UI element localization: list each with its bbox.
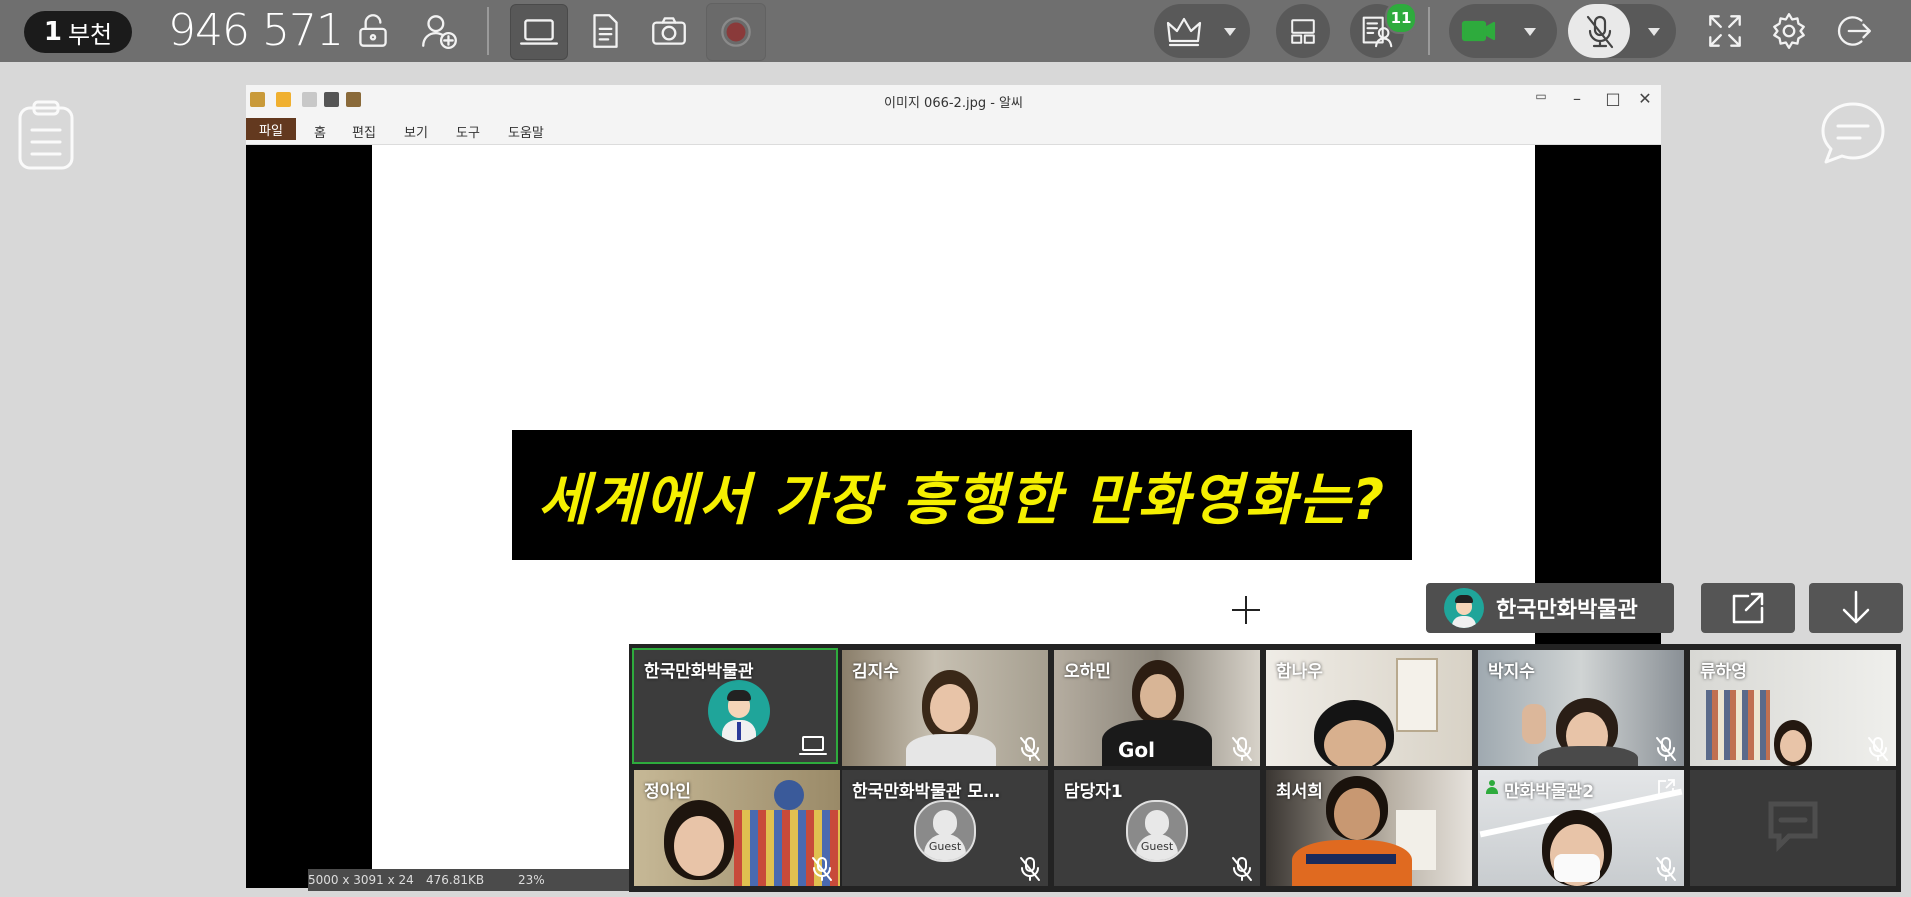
video-toggle-button[interactable] — [1449, 4, 1557, 58]
participants-grid: 한국만화박물관 김지수 Gol 오하민 함나우 박지수 류하영 정아인 Gues… — [629, 644, 1901, 892]
screen-share-icon — [798, 732, 828, 758]
participant-name: 함나우 — [1276, 662, 1323, 682]
mic-off-icon — [1654, 736, 1678, 762]
mic-off-icon — [1866, 736, 1890, 762]
mic-off-icon — [1018, 736, 1042, 762]
image-zoom: 23% — [518, 873, 545, 887]
participant-tile[interactable]: 최서희 — [1266, 770, 1472, 886]
minimize-icon[interactable]: – — [1564, 89, 1590, 108]
image-dimensions: 5000 x 3091 x 24 — [308, 873, 414, 887]
mic-off-icon — [1018, 856, 1042, 882]
arrow-down-icon — [1842, 590, 1870, 624]
room-name: 부천 — [67, 20, 113, 49]
menu-home[interactable]: 홈 — [314, 122, 326, 141]
viewer-status-bar: 5000 x 3091 x 24 476.81KB 23% — [308, 869, 648, 891]
popout-button[interactable] — [1701, 583, 1795, 633]
maximize-icon[interactable]: □ — [1600, 89, 1626, 108]
participant-name: 담당자1 — [1064, 782, 1123, 802]
participant-name: 오하민 — [1064, 662, 1111, 682]
menu-edit[interactable]: 편집 — [352, 122, 376, 141]
menu-tools[interactable]: 도구 — [456, 122, 480, 141]
mic-off-icon — [1230, 856, 1254, 882]
participant-tile[interactable]: 김지수 — [842, 650, 1048, 766]
participant-name: 류하영 — [1700, 662, 1747, 682]
document-icon[interactable] — [580, 6, 630, 56]
menu-view[interactable]: 보기 — [404, 122, 428, 141]
clipboard-icon[interactable] — [16, 98, 76, 176]
layout-icon[interactable] — [1276, 4, 1330, 58]
mic-toggle-button[interactable] — [1568, 4, 1676, 58]
host-menu-button[interactable] — [1154, 4, 1250, 58]
chat-icon[interactable] — [1818, 98, 1888, 172]
presenter-avatar — [1444, 588, 1484, 628]
participant-tile[interactable]: 한국만화박물관 — [632, 648, 838, 764]
screen-share-icon[interactable] — [510, 4, 568, 60]
exit-icon[interactable] — [1828, 6, 1878, 56]
participant-name: 한국만화박물관 — [644, 662, 754, 682]
close-icon[interactable]: ✕ — [1632, 89, 1658, 108]
popout-icon[interactable] — [1656, 778, 1676, 798]
record-icon[interactable] — [706, 3, 766, 61]
chat-placeholder-tile — [1690, 770, 1896, 886]
add-user-icon[interactable] — [414, 6, 464, 56]
unlock-icon[interactable] — [348, 6, 398, 56]
menu-file[interactable]: 파일 — [246, 118, 296, 140]
question-text: 세계에서 가장 흥행한 만화영화는? — [537, 467, 1387, 533]
guest-label: Guest — [928, 840, 962, 853]
presenter-name: 한국만화박물관 — [1496, 598, 1638, 623]
chat-bubble-icon — [1768, 801, 1818, 853]
participant-tile[interactable]: 함나우 — [1266, 650, 1472, 766]
participant-name: 박지수 — [1488, 662, 1535, 682]
guest-avatar: Guest — [914, 800, 976, 862]
mic-off-icon — [1586, 15, 1614, 49]
participant-name: 김지수 — [852, 662, 899, 682]
avatar — [708, 680, 770, 742]
viewer-title: 이미지 066-2.jpg - 알씨 — [884, 96, 1023, 111]
participant-tile[interactable]: Gol 오하민 — [1054, 650, 1260, 766]
participant-name: 최서희 — [1276, 782, 1323, 802]
viewer-titlebar: 이미지 066-2.jpg - 알씨 ▭ – □ ✕ — [246, 85, 1661, 116]
viewer-menubar: 파일 홈 편집 보기 도구 도움말 — [246, 116, 1661, 145]
collapse-grid-button[interactable] — [1809, 583, 1903, 633]
participant-tile[interactable]: 박지수 — [1478, 650, 1684, 766]
crosshair-cursor — [1232, 596, 1260, 624]
participant-tile[interactable]: Guest 담당자1 — [1054, 770, 1260, 886]
mic-off-icon — [810, 856, 834, 882]
participant-tile[interactable]: 류하영 — [1690, 650, 1896, 766]
top-toolbar: 1 부천 946 571 11 — [0, 0, 1911, 62]
settings-icon[interactable] — [1764, 6, 1814, 56]
window-restore-icon[interactable]: ▭ — [1528, 89, 1554, 103]
participant-name: 정아인 — [644, 782, 691, 802]
room-number: 1 — [43, 17, 62, 47]
question-banner: 세계에서 가장 흥행한 만화영화는? — [512, 430, 1412, 560]
room-code: 946 571 — [168, 5, 344, 56]
participant-tile[interactable]: Guest 한국만화박물관 모… — [842, 770, 1048, 886]
host-person-icon — [1486, 780, 1498, 794]
mic-off-icon — [1230, 736, 1254, 762]
popout-icon — [1732, 592, 1764, 624]
fullscreen-icon[interactable] — [1700, 6, 1750, 56]
image-file-size: 476.81KB — [426, 873, 485, 887]
guest-avatar: Guest — [1126, 800, 1188, 862]
menu-help[interactable]: 도움말 — [508, 122, 544, 141]
guest-label: Guest — [1140, 840, 1174, 853]
participants-count-badge: 11 — [1385, 2, 1417, 34]
camera-icon[interactable] — [644, 6, 694, 56]
mic-off-icon — [1654, 856, 1678, 882]
presenter-chip[interactable]: 한국만화박물관 — [1426, 583, 1674, 633]
room-badge[interactable]: 1 부천 — [24, 11, 132, 53]
participant-tile[interactable]: 정아인 — [634, 770, 840, 886]
participant-name: 만화박물관2 — [1504, 782, 1595, 802]
participant-tile[interactable]: 만화박물관2 — [1478, 770, 1684, 886]
participant-name: 한국만화박물관 모… — [852, 782, 1001, 802]
